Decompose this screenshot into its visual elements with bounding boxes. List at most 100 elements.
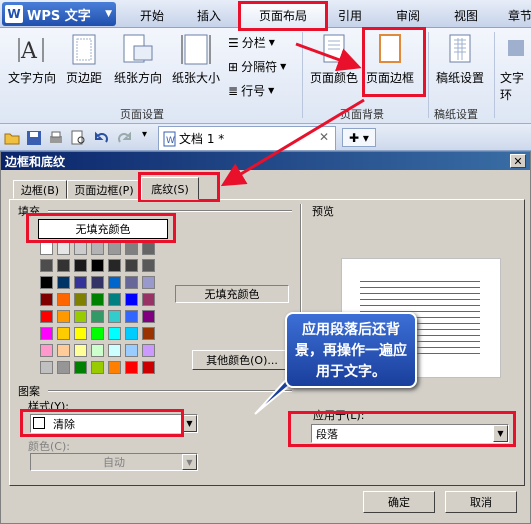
- color-swatch[interactable]: [57, 310, 70, 323]
- pattern-color-select[interactable]: 自动 ▼: [30, 453, 198, 471]
- tab-home[interactable]: 开始: [132, 2, 172, 28]
- close-icon[interactable]: ✕: [510, 154, 526, 168]
- paper-size-button[interactable]: 纸张大小: [172, 34, 220, 86]
- color-swatch[interactable]: [108, 327, 121, 340]
- color-swatch[interactable]: [108, 293, 121, 306]
- color-swatch[interactable]: [91, 242, 104, 255]
- color-swatch[interactable]: [91, 293, 104, 306]
- text-wrap-icon: [507, 40, 524, 56]
- tab-review[interactable]: 审阅: [386, 2, 430, 28]
- color-swatch[interactable]: [57, 344, 70, 357]
- line-numbers-button[interactable]: ≣ 行号 ▼: [228, 82, 274, 99]
- orientation-button[interactable]: 纸张方向: [114, 34, 162, 86]
- tab-page-border[interactable]: 页面边框(P): [67, 180, 141, 199]
- color-swatch[interactable]: [40, 361, 53, 374]
- tab-shading[interactable]: 底纹(S): [141, 177, 199, 200]
- color-swatch[interactable]: [125, 361, 138, 374]
- document-tab[interactable]: W 文档 1 * ✕: [158, 126, 336, 150]
- tab-sections[interactable]: 章节: [500, 2, 531, 28]
- color-swatch[interactable]: [74, 361, 87, 374]
- color-swatch[interactable]: [108, 259, 121, 272]
- columns-button[interactable]: ☰ 分栏 ▼: [228, 34, 275, 51]
- color-swatch[interactable]: [91, 361, 104, 374]
- color-swatch[interactable]: [40, 293, 53, 306]
- color-swatch[interactable]: [57, 276, 70, 289]
- color-swatch[interactable]: [57, 293, 70, 306]
- color-swatch[interactable]: [125, 344, 138, 357]
- tab-view[interactable]: 视图: [446, 2, 486, 28]
- text-wrap-button[interactable]: 文字环: [500, 34, 531, 103]
- color-swatch[interactable]: [142, 276, 155, 289]
- color-swatch[interactable]: [74, 344, 87, 357]
- color-swatch[interactable]: [142, 361, 155, 374]
- color-swatch[interactable]: [91, 276, 104, 289]
- color-swatch[interactable]: [125, 242, 138, 255]
- color-swatch[interactable]: [40, 344, 53, 357]
- color-swatch[interactable]: [40, 242, 53, 255]
- page-color-button[interactable]: 页面颜色: [310, 34, 358, 86]
- chevron-down-icon: ▼: [280, 62, 287, 71]
- color-swatch[interactable]: [108, 310, 121, 323]
- margins-button[interactable]: 页边距: [66, 34, 102, 86]
- color-swatch[interactable]: [91, 327, 104, 340]
- color-swatch[interactable]: [125, 259, 138, 272]
- color-swatch[interactable]: [40, 276, 53, 289]
- open-folder-icon[interactable]: [4, 130, 20, 146]
- svg-text:W: W: [166, 136, 175, 146]
- close-icon[interactable]: ✕: [319, 130, 329, 144]
- more-colors-button[interactable]: 其他颜色(O)...: [192, 350, 292, 370]
- color-swatch[interactable]: [108, 242, 121, 255]
- color-swatch[interactable]: [108, 344, 121, 357]
- color-swatch[interactable]: [125, 293, 138, 306]
- new-tab-button[interactable]: ✚ ▾: [342, 128, 376, 147]
- separator: [302, 32, 303, 118]
- color-swatch[interactable]: [142, 259, 155, 272]
- color-swatch[interactable]: [74, 327, 87, 340]
- color-swatch[interactable]: [57, 242, 70, 255]
- manuscript-icon: [449, 34, 471, 63]
- color-swatch[interactable]: [57, 259, 70, 272]
- paper-size-icon: [181, 34, 211, 65]
- cancel-button[interactable]: 取消: [445, 491, 517, 513]
- color-swatch[interactable]: [91, 259, 104, 272]
- color-swatch[interactable]: [74, 276, 87, 289]
- color-swatch[interactable]: [91, 344, 104, 357]
- preview-line: [360, 281, 480, 282]
- color-swatch[interactable]: [108, 361, 121, 374]
- color-swatch[interactable]: [142, 242, 155, 255]
- color-swatch[interactable]: [40, 310, 53, 323]
- redo-icon[interactable]: [116, 130, 132, 146]
- color-swatch[interactable]: [142, 293, 155, 306]
- color-swatch[interactable]: [40, 327, 53, 340]
- wps-menu-button[interactable]: W WPS 文字 ▼: [2, 2, 116, 26]
- tab-references[interactable]: 引用: [330, 2, 370, 28]
- color-swatch[interactable]: [142, 344, 155, 357]
- color-swatch[interactable]: [74, 293, 87, 306]
- color-swatch[interactable]: [142, 327, 155, 340]
- color-swatch[interactable]: [125, 276, 138, 289]
- color-swatch[interactable]: [57, 327, 70, 340]
- color-swatch[interactable]: [74, 242, 87, 255]
- customize-toolbar-icon[interactable]: ▾: [142, 129, 158, 145]
- manuscript-button[interactable]: 稿纸设置: [436, 34, 484, 86]
- color-swatch[interactable]: [40, 259, 53, 272]
- color-swatch[interactable]: [108, 276, 121, 289]
- print-icon[interactable]: [48, 130, 64, 146]
- ok-button[interactable]: 确定: [363, 491, 435, 513]
- color-swatch[interactable]: [74, 259, 87, 272]
- text-direction-button[interactable]: A 文字方向: [8, 34, 56, 86]
- color-swatch[interactable]: [142, 310, 155, 323]
- highlight-page-layout-tab: [238, 1, 328, 31]
- tab-borders[interactable]: 边框(B): [13, 180, 67, 199]
- color-swatch[interactable]: [125, 327, 138, 340]
- undo-icon[interactable]: [94, 130, 110, 146]
- color-swatch[interactable]: [125, 310, 138, 323]
- color-swatch[interactable]: [74, 310, 87, 323]
- color-swatch[interactable]: [91, 310, 104, 323]
- separator-button[interactable]: ⊞ 分隔符 ▼: [228, 58, 286, 75]
- annotation-callout: 应用段落后还背景，再操作一遍应用于文字。: [285, 312, 417, 388]
- color-swatch[interactable]: [57, 361, 70, 374]
- tab-insert[interactable]: 插入: [187, 2, 231, 28]
- print-preview-icon[interactable]: [70, 130, 86, 146]
- save-icon[interactable]: [26, 130, 42, 146]
